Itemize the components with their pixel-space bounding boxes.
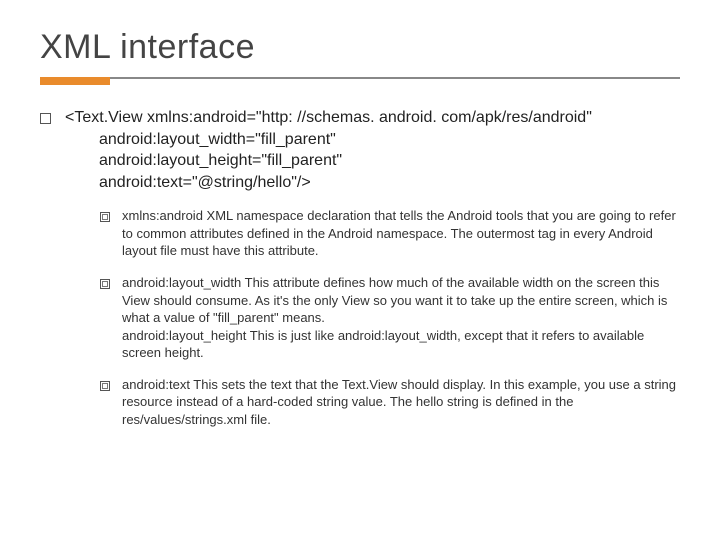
list-item-text: android:text This sets the text that the… bbox=[122, 376, 680, 429]
list-item-text: xmlns:android XML namespace declaration … bbox=[122, 207, 680, 260]
title-rule bbox=[40, 77, 680, 81]
code-line: android:layout_height="fill_parent" bbox=[65, 150, 592, 172]
page-title: XML interface bbox=[40, 28, 680, 67]
code-example: <Text.View xmlns:android="http: //schema… bbox=[40, 107, 680, 193]
rule-accent bbox=[40, 77, 110, 85]
bullet-icon bbox=[100, 381, 110, 391]
bullet-icon bbox=[100, 212, 110, 222]
list-item: xmlns:android XML namespace declaration … bbox=[100, 207, 680, 260]
list-item: android:layout_width This attribute defi… bbox=[100, 274, 680, 362]
code-line: <Text.View xmlns:android="http: //schema… bbox=[65, 109, 592, 126]
description-list: xmlns:android XML namespace declaration … bbox=[100, 207, 680, 428]
rule-gray bbox=[40, 77, 680, 79]
code-block: <Text.View xmlns:android="http: //schema… bbox=[65, 107, 592, 193]
bullet-icon bbox=[100, 279, 110, 289]
code-line: android:layout_width="fill_parent" bbox=[65, 129, 592, 151]
slide: XML interface <Text.View xmlns:android="… bbox=[0, 0, 720, 462]
code-line: android:text="@string/hello"/> bbox=[65, 172, 592, 194]
bullet-icon bbox=[40, 113, 51, 124]
list-item-text: android:layout_width This attribute defi… bbox=[122, 274, 680, 362]
list-item: android:text This sets the text that the… bbox=[100, 376, 680, 429]
